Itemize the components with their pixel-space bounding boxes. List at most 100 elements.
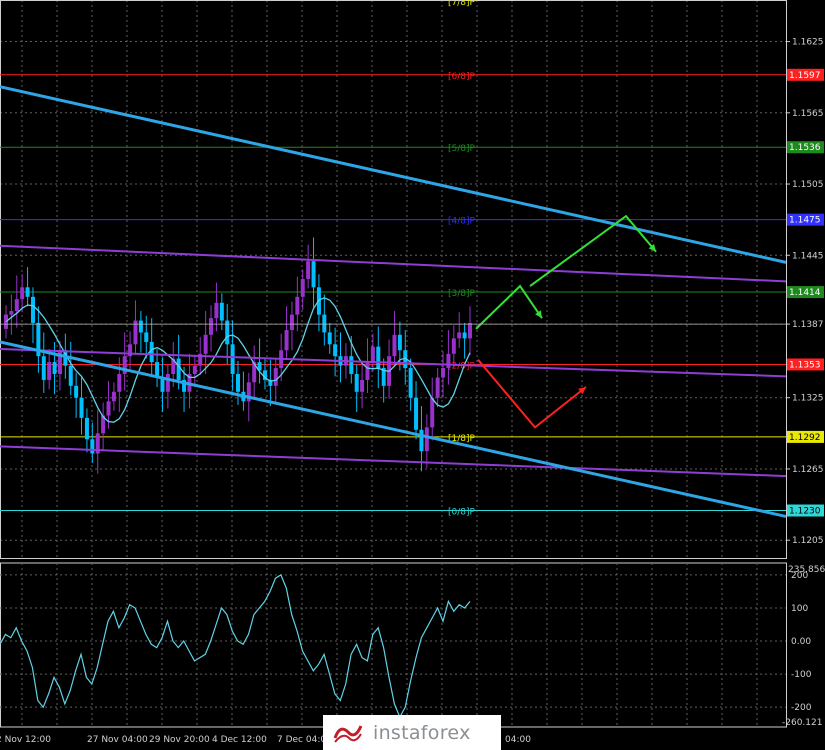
cci-tick-label: -200 <box>791 703 812 713</box>
candle-body <box>397 334 402 351</box>
candle-body <box>111 391 116 402</box>
candle-body <box>90 439 95 454</box>
level-price-tag-text: 1.1475 <box>789 216 821 226</box>
candle-body <box>209 318 214 335</box>
candle-body <box>52 362 57 374</box>
level-price-tag-text: 1.1414 <box>789 288 821 298</box>
price-tick-label: 1.1325 <box>792 394 824 404</box>
trend-line-upper <box>0 85 787 264</box>
murrey-level-label: [5/8]P <box>448 144 476 154</box>
cci-tick-label: -100 <box>791 670 812 680</box>
murrey-level-label: [4/8]P <box>448 217 476 227</box>
candle-body <box>273 368 278 386</box>
candle-body <box>236 373 240 392</box>
candle-body <box>9 311 14 315</box>
price-tick-label: 1.1387 <box>792 320 824 330</box>
candle-body <box>192 365 197 374</box>
candle-body <box>79 397 84 418</box>
cci-max-label: 235.8568 <box>788 565 825 575</box>
candle-body <box>354 373 359 392</box>
candle-body <box>25 287 30 297</box>
candle-body <box>47 362 52 380</box>
cci-min-label: -260.121 <box>782 718 822 728</box>
candle-body <box>365 362 370 380</box>
candle-body <box>430 397 435 428</box>
candle-body <box>327 332 332 345</box>
candle-body <box>295 296 300 315</box>
level-price-tag-text: 1.1230 <box>789 507 821 517</box>
candle-body <box>300 279 305 297</box>
candle-body <box>376 346 381 369</box>
candle-body <box>441 368 446 378</box>
candle-body <box>84 417 89 440</box>
candle-body <box>117 373 122 392</box>
time-axis-label: 27 Nov 04:00 <box>87 735 148 745</box>
candle-body <box>30 296 35 323</box>
main-panel-border <box>0 0 787 559</box>
candle-body <box>165 373 170 392</box>
candle-body <box>462 332 467 339</box>
candle-body <box>4 314 8 329</box>
candle-body <box>214 302 219 319</box>
candle-body <box>408 368 413 398</box>
price-tick-label: 1.1625 <box>792 38 824 48</box>
candle-body <box>41 356 46 380</box>
time-axis-label: 4 Dec 12:00 <box>212 735 267 745</box>
candle-body <box>419 429 424 452</box>
price-tick-label: 1.1445 <box>792 251 824 261</box>
candle-body <box>435 377 440 398</box>
cci-tick-label: 100 <box>791 604 808 614</box>
candle-body <box>138 320 143 333</box>
cci-tick-label: 0.00 <box>791 637 811 647</box>
candle-body <box>289 314 294 331</box>
candle-body <box>176 358 181 380</box>
candle-body <box>414 397 419 430</box>
price-tick-label: 1.1565 <box>792 109 824 119</box>
candle-body <box>74 385 79 398</box>
price-tick-label: 1.1265 <box>792 465 824 475</box>
forecast-arrow-bearish <box>477 359 587 429</box>
level-price-tag-text: 1.1597 <box>789 71 821 81</box>
time-axis-label: 29 Nov 20:00 <box>149 735 210 745</box>
candle-body <box>333 344 338 357</box>
murrey-level-label: [2/8]P <box>448 361 476 371</box>
candle-body <box>311 261 316 288</box>
channel-upper-line <box>0 244 787 283</box>
candle-body <box>230 344 235 374</box>
murrey-level-label: [0/8]P <box>448 508 476 518</box>
candle-body <box>349 356 354 374</box>
price-tick-label: 1.1205 <box>792 536 824 546</box>
candle-body <box>203 334 208 354</box>
level-price-tag-text: 1.1353 <box>789 360 821 370</box>
price-tick-label: 1.1505 <box>792 180 824 190</box>
candle-body <box>468 322 472 339</box>
candle-body <box>68 365 73 386</box>
candle-body <box>457 332 462 339</box>
level-price-tag-text: 1.1536 <box>789 143 821 153</box>
candle-body <box>144 332 149 342</box>
murrey-level-label: [3/8]P <box>448 289 476 299</box>
candle-body <box>322 314 327 333</box>
price-chart[interactable]: 1.1625 1.1565 1.1505 1.1445 1.1387 1.1325 1.12… <box>0 0 825 750</box>
candle-body <box>284 330 289 351</box>
murrey-level-label: [7/8]P <box>448 0 476 8</box>
candle-body <box>392 334 397 357</box>
cci-line <box>0 574 471 719</box>
candle-body <box>219 302 224 321</box>
murrey-level-label: [6/8]P <box>448 72 476 82</box>
candle-body <box>14 299 19 312</box>
candle-body <box>424 427 429 452</box>
candle-body <box>446 353 451 369</box>
candle-body <box>20 287 25 300</box>
candle-body <box>106 401 111 416</box>
instaforex-logo-icon <box>333 724 363 743</box>
candle-body <box>360 379 365 392</box>
watermark: instaforex <box>323 715 501 750</box>
candle-body <box>451 338 456 354</box>
candle-body <box>306 261 311 279</box>
candle-body <box>370 346 375 363</box>
level-price-tag-text: 1.1292 <box>789 433 821 443</box>
channel-lower-line <box>0 445 787 478</box>
time-axis-label: 2 Nov 12:00 <box>0 735 51 745</box>
time-axis-label: 04:00 <box>505 735 531 745</box>
